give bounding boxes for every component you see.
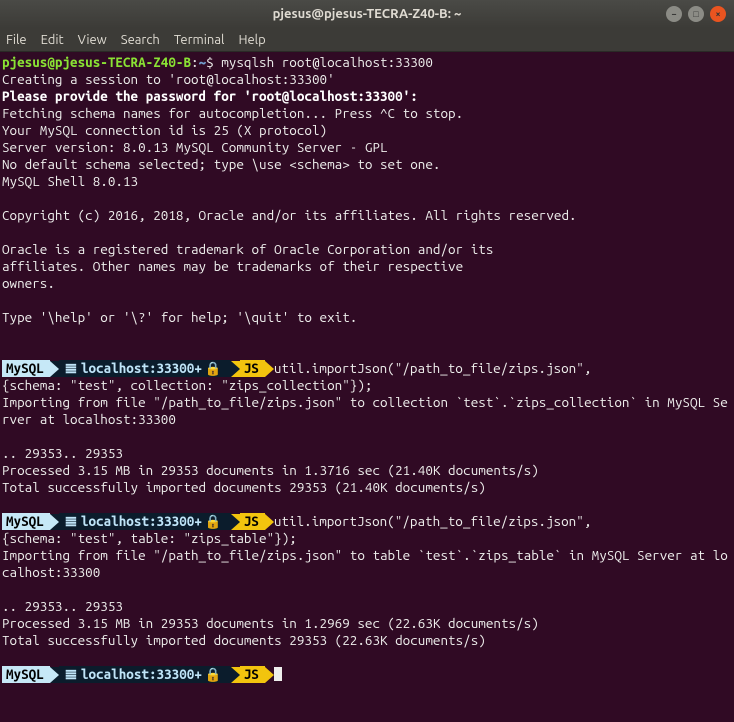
chevron-right-icon — [50, 361, 59, 377]
seg-host-text: localhost:33300+ — [81, 666, 202, 682]
js-cmd-line: {schema: "test", collection: "zips_colle… — [2, 377, 372, 393]
output-line: .. 29353.. 29353 — [2, 598, 123, 614]
mysql-prompt: MySQL 𝌆localhost:33300+🔒 JS — [2, 360, 274, 377]
shell-path: ~ — [199, 54, 207, 70]
chevron-right-icon — [50, 514, 59, 530]
output-line: Importing from file "/path_to_file/zips.… — [2, 547, 728, 580]
seg-js: JS — [240, 666, 265, 683]
shell-userhost: pjesus@pjesus-TECRA-Z40-B — [2, 54, 191, 70]
chevron-right-icon — [265, 514, 274, 530]
menu-file[interactable]: File — [6, 33, 27, 47]
seg-mysql: MySQL — [2, 360, 50, 377]
output-line: Total successfully imported documents 29… — [2, 479, 486, 495]
chevron-right-icon — [50, 667, 59, 683]
cursor — [274, 667, 282, 681]
password-prompt: Please provide the password for 'root@lo… — [2, 88, 418, 104]
lock-icon: 🔒 — [202, 513, 225, 529]
maximize-icon[interactable]: □ — [688, 6, 704, 22]
seg-js: JS — [240, 360, 265, 377]
output-line: Total successfully imported documents 29… — [2, 632, 486, 648]
chevron-right-icon — [231, 514, 240, 530]
output-line: Importing from file "/path_to_file/zips.… — [2, 394, 728, 427]
session-line: affiliates. Other names may be trademark… — [2, 258, 463, 274]
seg-host-text: localhost:33300+ — [81, 513, 202, 529]
chevron-right-icon — [265, 361, 274, 377]
session-line: Type '\help' or '\?' for help; '\quit' t… — [2, 309, 357, 325]
minimize-icon[interactable]: − — [666, 6, 682, 22]
session-line: Copyright (c) 2016, 2018, Oracle and/or … — [2, 207, 577, 223]
menu-view[interactable]: View — [78, 33, 107, 47]
seg-mysql: MySQL — [2, 666, 50, 683]
window-title: pjesus@pjesus-TECRA-Z40-B: ~ — [8, 7, 726, 21]
seg-host: 𝌆localhost:33300+🔒 — [59, 513, 231, 530]
js-cmd-line: util.importJson("/path_to_file/zips.json… — [274, 513, 592, 529]
lock-icon: 🔒 — [202, 666, 225, 682]
chevron-right-icon — [231, 361, 240, 377]
session-line: No default schema selected; type \use <s… — [2, 156, 440, 172]
shell-sep: : — [191, 54, 199, 70]
mysql-prompt: MySQL 𝌆localhost:33300+🔒 JS — [2, 666, 274, 683]
menu-terminal[interactable]: Terminal — [174, 33, 225, 47]
window-titlebar: pjesus@pjesus-TECRA-Z40-B: ~ − □ × — [0, 0, 734, 28]
session-line: Your MySQL connection id is 25 (X protoc… — [2, 122, 327, 138]
lock-icon: 🔒 — [202, 360, 225, 376]
session-line: MySQL Shell 8.0.13 — [2, 173, 138, 189]
terminal-output[interactable]: pjesus@pjesus-TECRA-Z40-B:~$ mysqlsh roo… — [0, 52, 734, 722]
menu-edit[interactable]: Edit — [41, 33, 64, 47]
seg-mysql: MySQL — [2, 513, 50, 530]
window-controls: − □ × — [666, 6, 726, 22]
js-cmd-line: util.importJson("/path_to_file/zips.json… — [274, 360, 592, 376]
js-cmd-line: {schema: "test", table: "zips_table"}); — [2, 530, 297, 546]
chevron-right-icon — [265, 667, 274, 683]
database-icon: 𝌆 — [63, 513, 81, 529]
database-icon: 𝌆 — [63, 666, 81, 682]
database-icon: 𝌆 — [63, 360, 81, 376]
menu-search[interactable]: Search — [121, 33, 160, 47]
output-line: Processed 3.15 MB in 29353 documents in … — [2, 462, 539, 478]
output-line: .. 29353.. 29353 — [2, 445, 123, 461]
close-icon[interactable]: × — [710, 6, 726, 22]
seg-js: JS — [240, 513, 265, 530]
shell-cmd: mysqlsh root@localhost:33300 — [221, 54, 433, 70]
shell-sym: $ — [206, 54, 214, 70]
seg-host: 𝌆localhost:33300+🔒 — [59, 360, 231, 377]
session-line: Creating a session to 'root@localhost:33… — [2, 71, 335, 87]
menu-help[interactable]: Help — [238, 33, 265, 47]
mysql-prompt: MySQL 𝌆localhost:33300+🔒 JS — [2, 513, 274, 530]
seg-host: 𝌆localhost:33300+🔒 — [59, 666, 231, 683]
output-line: Processed 3.15 MB in 29353 documents in … — [2, 615, 539, 631]
session-line: Fetching schema names for autocompletion… — [2, 105, 463, 121]
chevron-right-icon — [231, 667, 240, 683]
seg-host-text: localhost:33300+ — [81, 360, 202, 376]
session-line: owners. — [2, 275, 55, 291]
session-line: Oracle is a registered trademark of Orac… — [2, 241, 493, 257]
menubar: File Edit View Search Terminal Help — [0, 28, 734, 52]
session-line: Server version: 8.0.13 MySQL Community S… — [2, 139, 388, 155]
